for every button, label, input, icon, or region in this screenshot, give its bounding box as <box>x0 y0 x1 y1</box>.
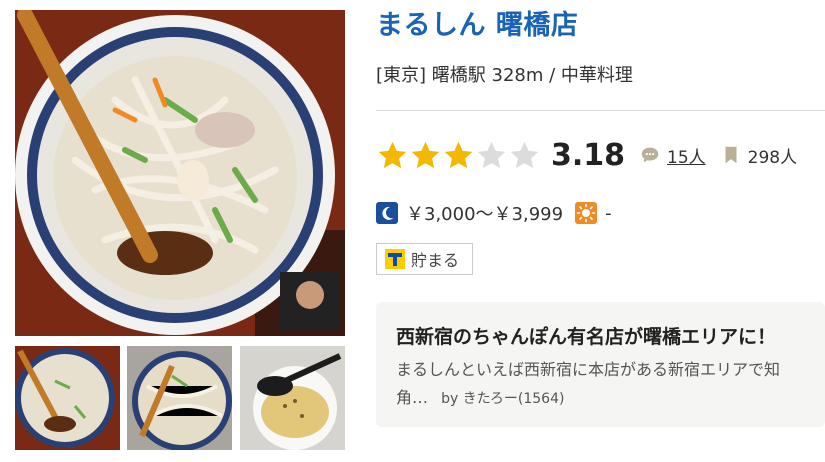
rating-score: 3.18 <box>551 137 626 173</box>
review-excerpt-line1: まるしんといえば西新宿に本店がある新宿エリアで知 <box>396 360 781 379</box>
t-point-icon <box>385 249 405 269</box>
rating-row: 3.18 15人 298人 <box>376 136 811 174</box>
sun-icon <box>575 202 598 224</box>
bookmark-count-value: 298人 <box>747 147 798 168</box>
lunch-budget: - <box>605 202 612 224</box>
budget-row: ￥3,000～￥3,999 - <box>376 200 624 226</box>
review-count-link[interactable]: 15人 <box>667 143 706 168</box>
divider <box>376 110 825 111</box>
dinner-budget: ￥3,000～￥3,999 <box>406 204 564 225</box>
bookmark-icon <box>725 146 737 164</box>
t-point-tag[interactable]: 貯まる <box>376 243 473 275</box>
review-excerpt-tail: 角… <box>396 388 429 407</box>
main-photo[interactable] <box>15 10 345 336</box>
star-icon-4 <box>477 141 506 168</box>
review-excerpt-line2: 角… by きたろー(1564) <box>396 384 564 413</box>
review-author[interactable]: by きたろー(1564) <box>441 391 564 407</box>
rating-stars <box>376 139 541 172</box>
area-genre: [東京] 曙橋駅 328m / 中華料理 <box>376 65 633 86</box>
thumbnail-1[interactable] <box>15 346 120 450</box>
moon-icon <box>376 202 398 224</box>
t-point-label: 貯まる <box>411 251 460 270</box>
review-card[interactable]: 西新宿のちゃんぽん有名店が曙橋エリアに！ まるしんといえば西新宿に本店がある新宿… <box>376 302 825 427</box>
star-icon-1 <box>378 141 407 168</box>
speech-bubble-icon <box>641 147 659 163</box>
thumbnail-2[interactable] <box>127 346 232 450</box>
thumbnail-3[interactable] <box>240 346 345 450</box>
star-icon-3 <box>444 141 473 168</box>
review-title[interactable]: 西新宿のちゃんぽん有名店が曙橋エリアに！ <box>396 322 776 349</box>
review-count[interactable]: 15人 <box>639 143 706 168</box>
bookmark-count[interactable]: 298人 <box>720 143 797 168</box>
star-icon-2 <box>411 141 440 168</box>
restaurant-name[interactable]: まるしん 曙橋店 <box>376 8 578 44</box>
star-icon-5 <box>510 141 539 168</box>
